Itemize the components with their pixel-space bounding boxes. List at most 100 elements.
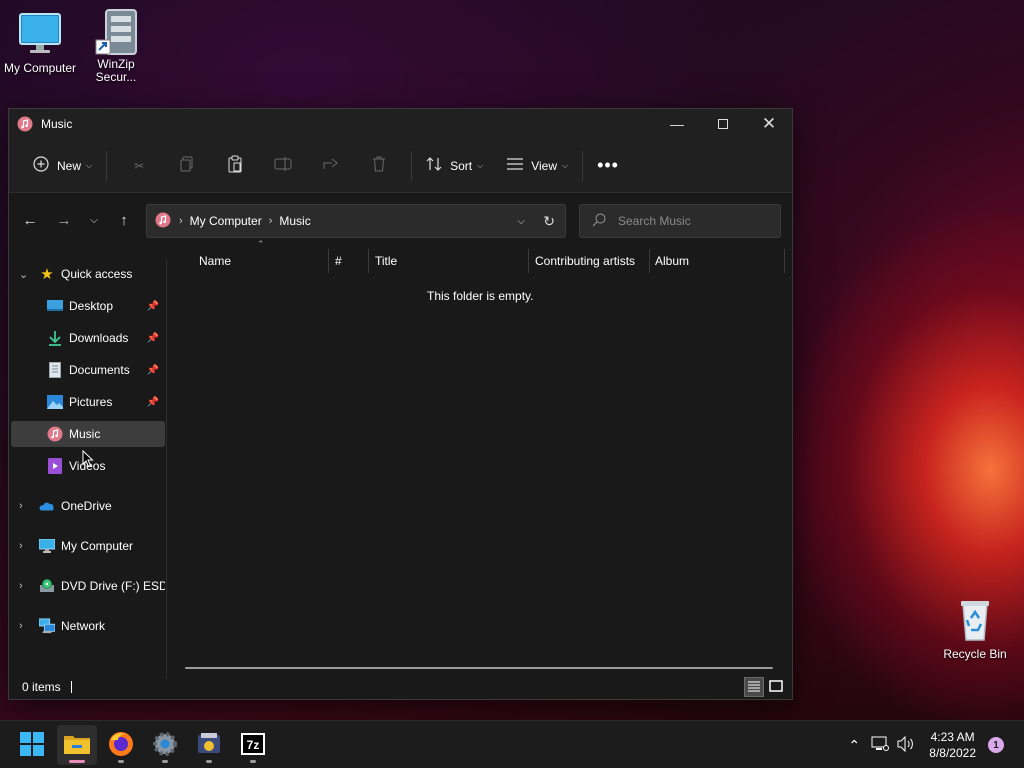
column-divider[interactable] bbox=[368, 249, 369, 273]
network-icon bbox=[39, 618, 55, 634]
desktop-icon-my-computer[interactable]: My Computer bbox=[0, 10, 80, 75]
close-button[interactable]: ✕ bbox=[746, 109, 792, 139]
running-indicator bbox=[250, 760, 256, 763]
nav-dvd-drive[interactable]: › DVD Drive (F:) ESD-I bbox=[15, 573, 165, 599]
title-bar[interactable]: Music — ✕ bbox=[9, 109, 792, 139]
maximize-button[interactable] bbox=[700, 109, 746, 139]
volume-button[interactable] bbox=[893, 732, 919, 758]
trash-icon bbox=[372, 156, 386, 175]
copy-icon bbox=[180, 156, 194, 175]
column-header-title[interactable]: Title bbox=[375, 247, 527, 275]
search-input[interactable] bbox=[618, 214, 768, 228]
column-header-name[interactable]: Name bbox=[199, 247, 327, 275]
nav-my-computer[interactable]: › My Computer bbox=[15, 533, 165, 559]
taskbar: 7z ⌃ 4:23 AM 8/8/2022 1 bbox=[0, 720, 1024, 768]
search-icon bbox=[592, 213, 606, 230]
taskbar-settings[interactable] bbox=[145, 725, 185, 765]
copy-button[interactable] bbox=[163, 150, 211, 182]
empty-folder-message: This folder is empty. bbox=[427, 289, 534, 303]
desktop-icon-label: Recycle Bin bbox=[943, 647, 1007, 661]
up-button[interactable]: ↑ bbox=[109, 205, 139, 235]
window-title: Music bbox=[41, 117, 73, 131]
nav-label: Pictures bbox=[69, 395, 113, 409]
sort-button[interactable]: Sort ⌵ bbox=[420, 150, 489, 182]
star-icon: ★ bbox=[40, 266, 54, 283]
minimize-icon: — bbox=[670, 116, 684, 132]
taskbar-app-utility[interactable] bbox=[189, 725, 229, 765]
system-tray: ⌃ 4:23 AM 8/8/2022 1 bbox=[841, 721, 1024, 768]
rename-button[interactable] bbox=[259, 150, 307, 182]
windows-logo-icon bbox=[20, 731, 44, 759]
nav-item-pictures[interactable]: Pictures 📌 bbox=[11, 389, 165, 415]
back-button[interactable]: ← bbox=[15, 205, 45, 235]
mouse-cursor-icon bbox=[82, 449, 94, 471]
taskbar-firefox[interactable] bbox=[101, 725, 141, 765]
column-divider[interactable] bbox=[528, 249, 529, 273]
view-button[interactable]: View ⌵ bbox=[501, 150, 574, 182]
search-box[interactable] bbox=[579, 204, 781, 238]
address-dropdown-button[interactable]: ⌵ bbox=[517, 216, 525, 227]
more-options-button[interactable]: ••• bbox=[591, 150, 625, 182]
nav-item-desktop[interactable]: Desktop 📌 bbox=[11, 293, 165, 319]
pin-icon: 📌 bbox=[146, 396, 159, 408]
details-view-button[interactable] bbox=[744, 677, 764, 697]
music-folder-icon bbox=[17, 116, 33, 132]
plus-circle-icon bbox=[33, 156, 49, 175]
close-icon: ✕ bbox=[761, 114, 777, 133]
taskbar-file-explorer[interactable] bbox=[57, 725, 97, 765]
item-count: 0 items bbox=[22, 680, 61, 694]
breadcrumb-music[interactable]: Music bbox=[279, 214, 310, 228]
forward-button[interactable]: → bbox=[49, 205, 79, 235]
taskbar-7zip[interactable]: 7z bbox=[233, 725, 273, 765]
column-divider[interactable] bbox=[649, 249, 650, 273]
column-header-album[interactable]: Album bbox=[655, 247, 781, 275]
address-bar[interactable]: › My Computer › Music ⌵ ↻ bbox=[146, 204, 566, 238]
column-header-contributing-artists[interactable]: Contributing artists bbox=[535, 247, 647, 275]
sort-arrows-icon bbox=[426, 156, 442, 175]
recent-locations-button[interactable]: ⌵ bbox=[79, 205, 109, 235]
column-divider[interactable] bbox=[784, 249, 785, 273]
show-hidden-icons-button[interactable]: ⌃ bbox=[841, 732, 867, 758]
nav-onedrive[interactable]: › OneDrive bbox=[15, 493, 165, 519]
network-wired-icon bbox=[871, 736, 890, 755]
view-lines-icon bbox=[507, 158, 524, 173]
paste-button[interactable] bbox=[211, 150, 259, 182]
chevron-down-icon: ⌵ bbox=[561, 160, 569, 170]
pin-icon: 📌 bbox=[146, 364, 159, 376]
column-header-number[interactable]: # bbox=[335, 247, 367, 275]
cut-button[interactable]: ✂ bbox=[115, 150, 163, 182]
video-icon bbox=[47, 458, 63, 474]
column-divider[interactable] bbox=[328, 249, 329, 273]
horizontal-scrollbar[interactable] bbox=[185, 667, 773, 669]
7zip-icon: 7z bbox=[241, 732, 265, 758]
chevron-down-icon: ⌵ bbox=[86, 160, 93, 170]
nav-item-documents[interactable]: Documents 📌 bbox=[11, 357, 165, 383]
new-button[interactable]: New ⌵ bbox=[27, 150, 98, 182]
view-label: View bbox=[531, 158, 557, 173]
refresh-icon: ↻ bbox=[543, 212, 555, 229]
column-headers: ⌃ Name # Title Contributing artists Albu… bbox=[179, 239, 791, 275]
scissors-icon: ✂ bbox=[134, 158, 145, 173]
nav-network[interactable]: › Network bbox=[15, 613, 165, 639]
thumbnail-view-button[interactable] bbox=[766, 677, 786, 697]
desktop-icon-recycle-bin[interactable]: Recycle Bin bbox=[935, 596, 1015, 661]
share-button[interactable] bbox=[307, 150, 355, 182]
nav-item-downloads[interactable]: Downloads 📌 bbox=[11, 325, 165, 351]
nav-quick-access[interactable]: ⌄ ★ Quick access bbox=[15, 261, 165, 287]
clock[interactable]: 4:23 AM 8/8/2022 bbox=[929, 729, 976, 761]
nav-label: Music bbox=[69, 427, 101, 441]
network-status-button[interactable] bbox=[867, 732, 893, 758]
refresh-button[interactable]: ↻ bbox=[543, 213, 555, 230]
start-button[interactable] bbox=[12, 725, 52, 765]
speaker-icon bbox=[897, 735, 915, 755]
desktop-icon-winzip[interactable]: WinZip Secur... bbox=[76, 6, 156, 84]
nav-item-music[interactable]: Music bbox=[11, 421, 165, 447]
minimize-button[interactable]: — bbox=[654, 109, 700, 139]
breadcrumb-my-computer[interactable]: My Computer bbox=[190, 214, 262, 228]
arrow-right-icon: → bbox=[56, 211, 72, 229]
nav-label: Documents bbox=[69, 363, 130, 377]
notification-badge[interactable]: 1 bbox=[988, 737, 1004, 753]
chevron-down-icon: ⌵ bbox=[90, 214, 98, 226]
delete-button[interactable] bbox=[355, 150, 403, 182]
nav-label: My Computer bbox=[61, 539, 134, 553]
